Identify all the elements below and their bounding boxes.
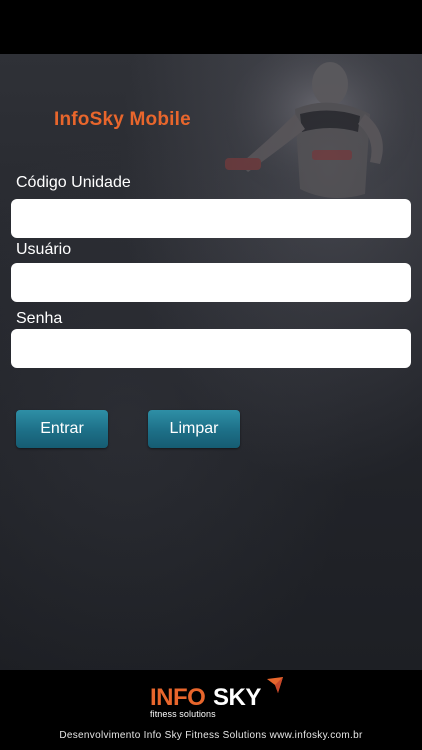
status-bar — [0, 0, 422, 54]
password-input[interactable] — [11, 329, 411, 368]
logo-sky-text: SKY — [213, 684, 261, 711]
password-label: Senha — [16, 310, 63, 327]
app-title: InfoSky Mobile — [54, 109, 191, 130]
unit-code-label: Código Unidade — [16, 174, 131, 191]
login-button[interactable]: Entrar — [16, 410, 108, 448]
footer-credit: Desenvolvimento Info Sky Fitness Solutio… — [59, 730, 363, 741]
logo-swoosh-icon — [267, 677, 283, 693]
login-screen: InfoSky Mobile Código Unidade Usuário Se… — [0, 54, 422, 670]
clear-button[interactable]: Limpar — [148, 410, 240, 448]
logo-tagline: fitness solutions — [150, 709, 216, 719]
username-label: Usuário — [16, 241, 72, 258]
username-input[interactable] — [11, 263, 411, 302]
unit-code-input[interactable] — [11, 199, 411, 238]
logo-info-text: INFO — [150, 684, 206, 711]
footer: INFO SKY fitness solutions Desenvolvimen… — [0, 670, 422, 750]
infosky-logo: INFO SKY fitness solutions — [150, 674, 283, 722]
